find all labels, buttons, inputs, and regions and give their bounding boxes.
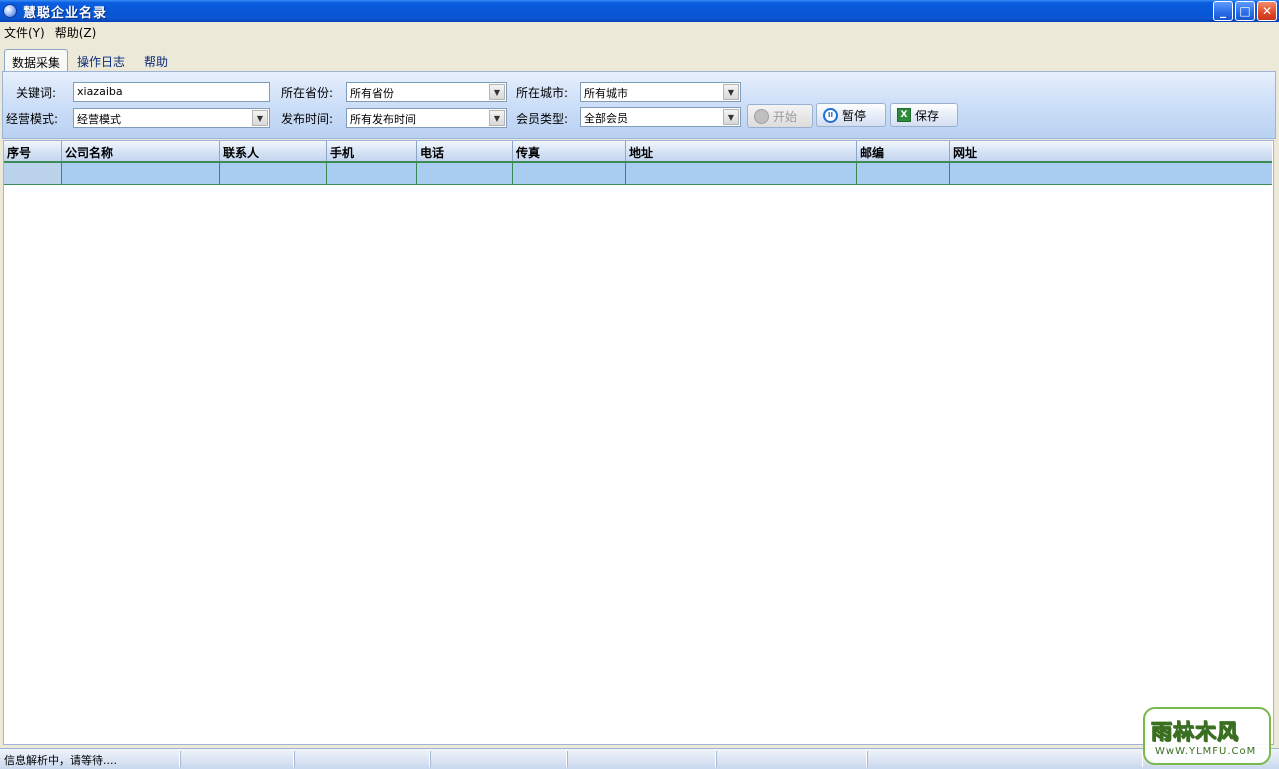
column-header-address[interactable]: 地址 [626, 141, 857, 161]
chevron-down-icon[interactable]: ▼ [489, 84, 505, 100]
status-message: 信息解析中，请等待.... [0, 751, 180, 767]
column-header-fax[interactable]: 传真 [513, 141, 626, 161]
keyword-input[interactable]: xiazaiba [73, 82, 270, 102]
app-globe-icon [3, 4, 17, 18]
column-header-index[interactable]: 序号 [4, 141, 62, 161]
pause-button[interactable]: II 暂停 [816, 103, 886, 127]
chevron-down-icon[interactable]: ▼ [489, 110, 505, 126]
time-value: 所有发布时间 [350, 113, 416, 126]
column-header-zipcode[interactable]: 邮编 [857, 141, 950, 161]
status-cell [567, 751, 716, 767]
pause-icon: II [823, 107, 838, 123]
member-value: 全部会员 [584, 112, 628, 125]
mode-label: 经营模式: [6, 112, 59, 126]
chevron-down-icon[interactable]: ▼ [252, 110, 268, 126]
keyword-label: 关键词: [16, 86, 57, 100]
column-header-contact[interactable]: 联系人 [220, 141, 327, 161]
time-label: 发布时间: [281, 112, 334, 126]
column-header-phone[interactable]: 电话 [417, 141, 513, 161]
window-controls: _ □ ✕ [1213, 1, 1277, 21]
table-header: 序号 公司名称 联系人 手机 电话 传真 地址 邮编 网址 [4, 141, 1272, 163]
table-cell[interactable] [417, 163, 513, 184]
city-select[interactable]: 所有城市 ▼ [580, 82, 741, 102]
member-select[interactable]: 全部会员 ▼ [580, 107, 741, 127]
status-cell [716, 751, 867, 767]
watermark-logo: 雨林木风 WwW.YLMFU.CoM [1143, 707, 1271, 765]
city-label: 所在城市: [516, 86, 569, 100]
minimize-button[interactable]: _ [1213, 1, 1233, 21]
menu-help[interactable]: 帮助(Z) [51, 24, 103, 41]
column-header-company[interactable]: 公司名称 [62, 141, 220, 161]
watermark-brand: 雨林木风 [1151, 720, 1239, 745]
start-button[interactable]: 开始 [747, 104, 813, 128]
mode-value: 经营模式 [77, 113, 121, 126]
pause-button-label: 暂停 [842, 108, 867, 123]
results-table[interactable]: 序号 公司名称 联系人 手机 电话 传真 地址 邮编 网址 [3, 140, 1274, 745]
start-button-label: 开始 [773, 109, 798, 124]
watermark-url: WwW.YLMFU.CoM [1155, 746, 1257, 757]
member-label: 会员类型: [516, 112, 569, 126]
search-panel: 关键词: xiazaiba 所在省份: 所有省份 ▼ 所在城市: 所有城市 ▼ … [2, 71, 1276, 139]
save-button-label: 保存 [915, 108, 940, 123]
table-cell[interactable] [4, 163, 62, 184]
table-row[interactable] [4, 163, 1272, 185]
window-title: 慧聪企业名录 [23, 5, 108, 21]
table-cell[interactable] [62, 163, 220, 184]
city-value: 所有城市 [584, 87, 628, 100]
province-select[interactable]: 所有省份 ▼ [346, 82, 507, 102]
status-cell [430, 751, 567, 767]
status-bar: 信息解析中，请等待.... [0, 748, 1279, 769]
chevron-down-icon[interactable]: ▼ [723, 84, 739, 100]
status-cell [294, 751, 430, 767]
column-header-website[interactable]: 网址 [950, 141, 1272, 161]
province-label: 所在省份: [281, 86, 334, 100]
start-circle-icon [754, 108, 769, 124]
table-cell[interactable] [220, 163, 327, 184]
close-button[interactable]: ✕ [1257, 1, 1277, 21]
menu-bar: 文件(Y) 帮助(Z) [0, 22, 1279, 43]
excel-icon: X [897, 108, 911, 122]
table-cell[interactable] [950, 163, 1272, 184]
table-cell[interactable] [626, 163, 857, 184]
tab-operation-log[interactable]: 操作日志 [70, 49, 132, 72]
province-value: 所有省份 [350, 87, 394, 100]
tab-strip: 数据采集 操作日志 帮助 [0, 43, 1279, 73]
mode-select[interactable]: 经营模式 ▼ [73, 108, 270, 128]
title-bar: 慧聪企业名录 _ □ ✕ [0, 0, 1279, 22]
table-cell[interactable] [513, 163, 626, 184]
table-cell[interactable] [857, 163, 950, 184]
column-header-mobile[interactable]: 手机 [327, 141, 417, 161]
tab-help[interactable]: 帮助 [137, 49, 175, 72]
status-cell [867, 751, 1143, 767]
maximize-button[interactable]: □ [1235, 1, 1255, 21]
chevron-down-icon[interactable]: ▼ [723, 109, 739, 125]
status-cell [180, 751, 294, 767]
time-select[interactable]: 所有发布时间 ▼ [346, 108, 507, 128]
save-button[interactable]: X 保存 [890, 103, 958, 127]
table-cell[interactable] [327, 163, 417, 184]
menu-file[interactable]: 文件(Y) [0, 24, 51, 41]
tab-data-collection[interactable]: 数据采集 [4, 49, 69, 73]
